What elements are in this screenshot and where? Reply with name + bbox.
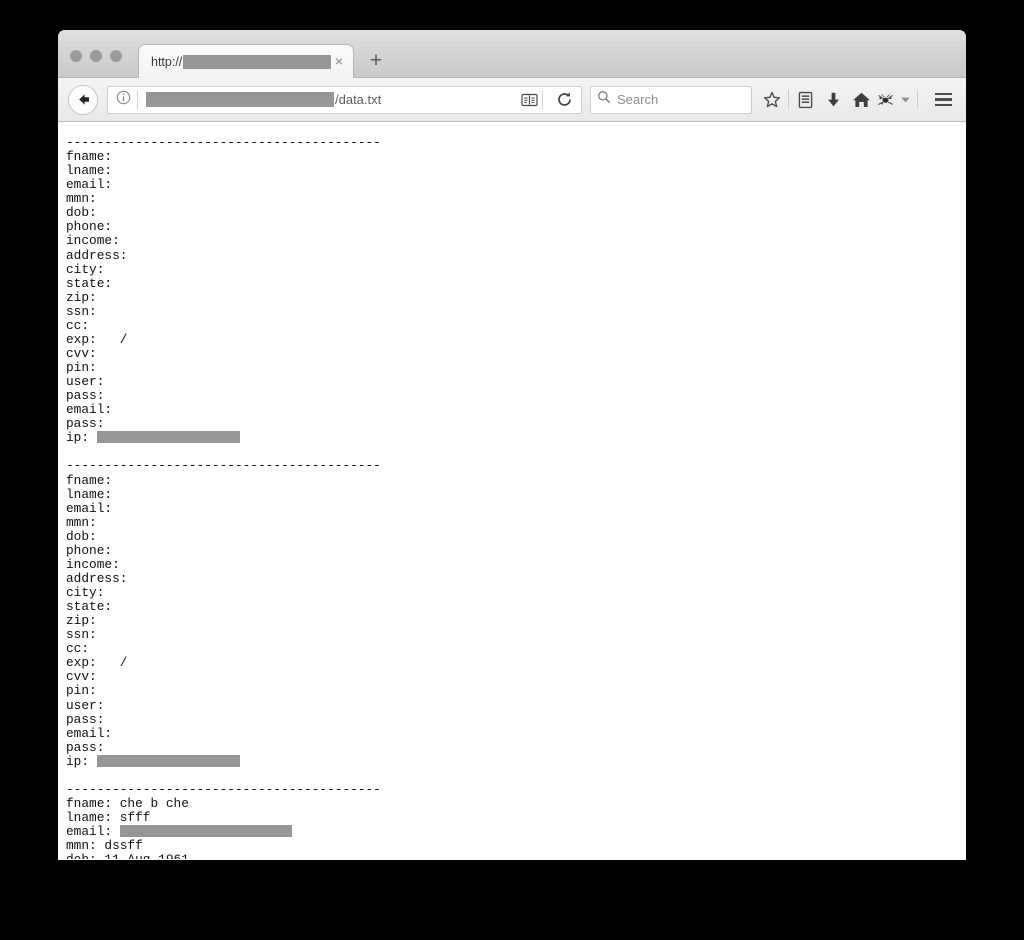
close-window-button[interactable] (70, 50, 82, 62)
url-text: /data.txt (146, 92, 516, 107)
chevron-down-icon[interactable] (895, 86, 915, 114)
ip-redaction (96, 431, 240, 444)
search-input[interactable]: Search (590, 85, 752, 114)
downloads-icon[interactable] (819, 86, 847, 114)
hamburger-line-3 (934, 103, 952, 107)
toolbar-icons (758, 86, 958, 114)
search-placeholder: Search (617, 92, 659, 107)
browser-window: http:// × + /data.txt Search -----------… (58, 30, 966, 860)
maximize-window-button[interactable] (110, 50, 122, 62)
minimize-window-button[interactable] (90, 50, 102, 62)
library-icon[interactable] (791, 86, 819, 114)
home-icon[interactable] (847, 86, 875, 114)
back-button[interactable] (68, 84, 98, 115)
reload-icon[interactable] (551, 87, 577, 113)
tab-title: http:// (151, 54, 331, 69)
page-content[interactable]: ----------------------------------------… (58, 122, 966, 859)
info-icon[interactable] (116, 90, 131, 110)
search-icon (597, 90, 611, 109)
toolbar-divider-2 (917, 90, 918, 109)
tab-close-button[interactable]: × (331, 53, 347, 70)
url-bar-divider (137, 90, 138, 109)
browser-tab[interactable]: http:// × (138, 44, 354, 78)
url-bar-actions (516, 87, 577, 113)
hamburger-line-1 (934, 92, 952, 96)
window-controls (70, 50, 122, 62)
extension-icon[interactable] (875, 86, 895, 114)
tab-title-redaction (183, 54, 331, 69)
bookmark-star-icon[interactable] (758, 86, 786, 114)
hamburger-menu-icon[interactable] (928, 86, 958, 114)
ip-redaction (96, 754, 240, 767)
url-bar[interactable]: /data.txt (107, 85, 582, 114)
new-tab-button[interactable]: + (364, 50, 388, 74)
url-redaction (146, 92, 334, 107)
email-redaction (119, 825, 292, 838)
hamburger-line-2 (934, 98, 952, 101)
url-suffix: /data.txt (335, 92, 382, 107)
toolbar-divider (788, 90, 789, 109)
tab-strip: http:// × + (58, 30, 966, 78)
url-actions-divider (542, 90, 543, 109)
tab-title-prefix: http:// (151, 54, 183, 69)
back-arrow-icon (78, 94, 89, 105)
navigation-toolbar: /data.txt Search (58, 78, 966, 122)
plaintext-document: ----------------------------------------… (66, 135, 381, 859)
reader-mode-icon[interactable] (516, 87, 542, 113)
